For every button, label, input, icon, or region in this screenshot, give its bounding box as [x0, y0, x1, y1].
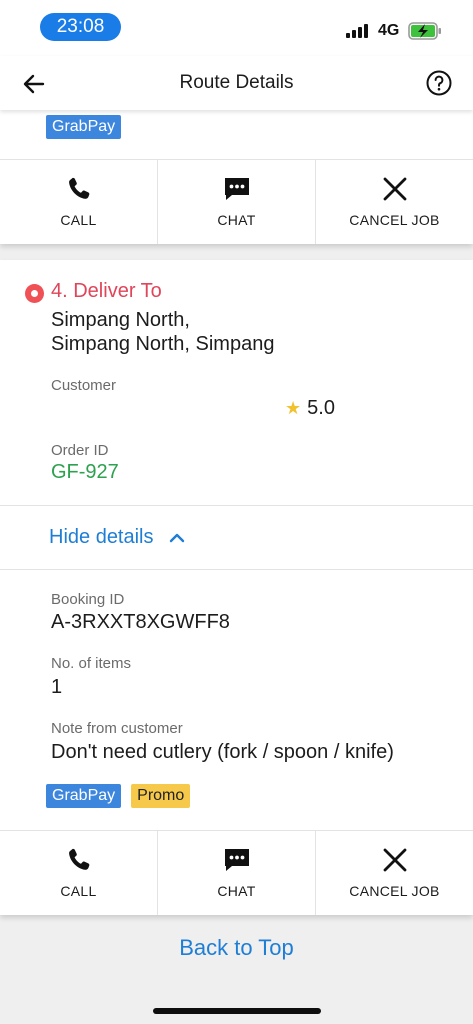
- booking-id-value: A-3RXXT8XGWFF8: [51, 611, 230, 633]
- order-id-value: GF-927: [51, 461, 119, 483]
- note-value: Don't need cutlery (fork / spoon / knife…: [51, 741, 394, 763]
- star-icon: ★: [285, 398, 302, 418]
- cancel-job-button[interactable]: CANCEL JOB: [316, 831, 473, 915]
- previous-stop-card: GrabPay CALL CHAT CANCEL JOB: [0, 110, 473, 244]
- delivery-stop-actions: CALL CHAT CANCEL JOB: [0, 830, 473, 915]
- chat-bubble-icon: [224, 178, 249, 200]
- call-label: CALL: [60, 883, 97, 899]
- booking-id-label: Booking ID: [51, 591, 125, 608]
- cancel-job-label: CANCEL JOB: [349, 212, 440, 228]
- chat-label: CHAT: [217, 212, 256, 228]
- close-icon: [383, 848, 406, 872]
- stop-title: 4. Deliver To: [51, 280, 162, 302]
- divider: [0, 505, 473, 506]
- signal-icon: [346, 24, 372, 38]
- chat-label: CHAT: [217, 883, 256, 899]
- hide-details-label: Hide details: [49, 526, 154, 548]
- order-id-label: Order ID: [51, 442, 109, 459]
- previous-stop-actions: CALL CHAT CANCEL JOB: [0, 159, 473, 244]
- address-line-1: Simpang North,: [51, 309, 190, 331]
- rating-value: 5.0: [307, 397, 335, 419]
- chevron-up-icon: [169, 533, 185, 542]
- customer-label: Customer: [51, 377, 117, 394]
- customer-rating: ★ 5.0: [285, 397, 335, 420]
- promo-badge: Promo: [131, 784, 191, 808]
- chat-button[interactable]: CHAT: [158, 831, 316, 915]
- payment-badges: GrabPay Promo: [46, 784, 191, 808]
- divider: [0, 569, 473, 570]
- items-label: No. of items: [51, 655, 132, 672]
- call-label: CALL: [60, 212, 97, 228]
- page-title: Route Details: [179, 72, 294, 93]
- chat-bubble-icon: [224, 849, 249, 871]
- address-line-2: Simpang North, Simpang: [51, 333, 275, 355]
- phone-icon: [68, 848, 89, 870]
- hide-details-toggle[interactable]: Hide details: [49, 526, 185, 549]
- cancel-job-button[interactable]: CANCEL JOB: [316, 160, 473, 244]
- battery-charging-icon: [408, 22, 441, 40]
- chat-button[interactable]: CHAT: [158, 160, 316, 244]
- items-value: 1: [51, 676, 63, 698]
- status-bar: 23:08 4G: [0, 0, 473, 56]
- grabpay-badge: GrabPay: [46, 115, 122, 139]
- call-button[interactable]: CALL: [0, 160, 158, 244]
- home-indicator[interactable]: [153, 1008, 321, 1014]
- network-label: 4G: [378, 22, 400, 39]
- close-icon: [383, 177, 406, 201]
- destination-pin-icon: [25, 284, 44, 303]
- note-label: Note from customer: [51, 720, 183, 737]
- app-header: Route Details: [0, 56, 473, 110]
- question-circle-icon[interactable]: [426, 70, 452, 96]
- call-button[interactable]: CALL: [0, 831, 158, 915]
- grabpay-badge: GrabPay: [46, 784, 122, 808]
- phone-icon: [68, 177, 89, 199]
- status-time: 23:08: [40, 13, 121, 41]
- cancel-job-label: CANCEL JOB: [349, 883, 440, 899]
- back-to-top-link[interactable]: Back to Top: [0, 935, 473, 961]
- delivery-stop-card: 4. Deliver To Simpang North, Simpang Nor…: [0, 260, 473, 915]
